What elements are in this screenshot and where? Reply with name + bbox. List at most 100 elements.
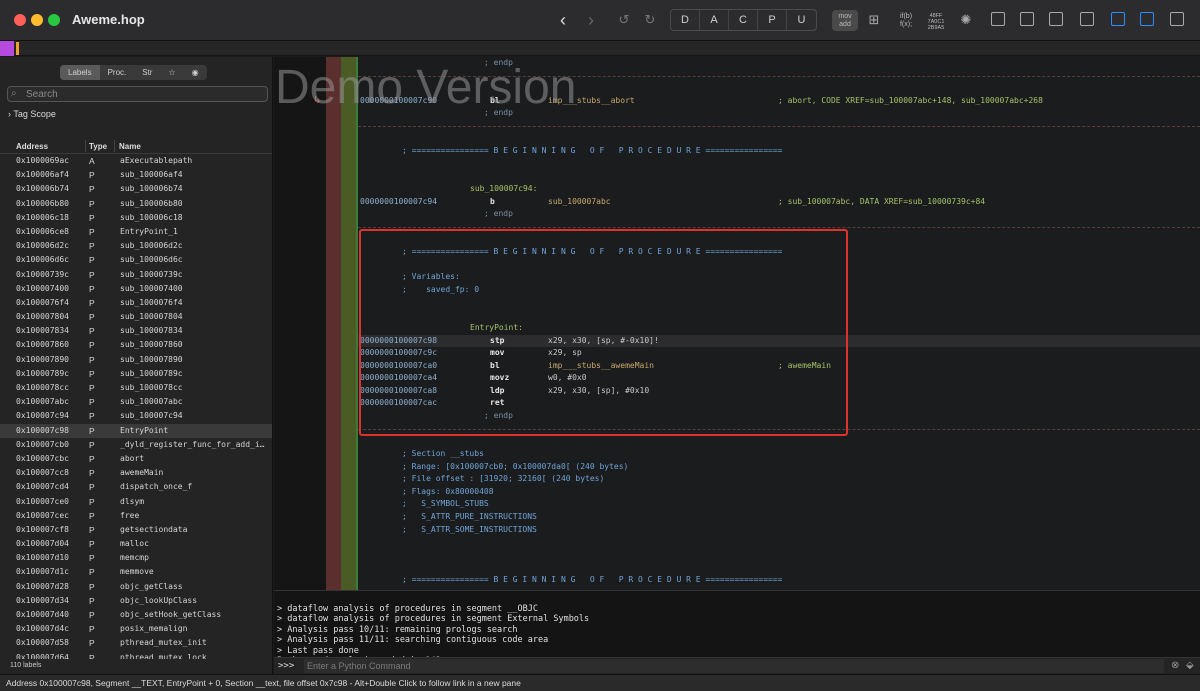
- label-type: P: [89, 624, 95, 635]
- table-row[interactable]: 0x100007cd4 Pdispatch_once_f: [0, 480, 272, 494]
- table-row[interactable]: 0x100007d4c Pposix_memalign: [0, 622, 272, 636]
- procedure-separator: [358, 126, 1200, 127]
- python-command-input[interactable]: [304, 659, 1164, 673]
- minimize-window-button[interactable]: [31, 14, 43, 26]
- label-address: 0x100007d28: [16, 581, 69, 591]
- cpu-icon[interactable]: ✺: [958, 10, 974, 30]
- table-row[interactable]: 0x100007d34 Pobjc_lookUpClass: [0, 594, 272, 608]
- split-bottom-icon[interactable]: [1020, 12, 1034, 26]
- table-row[interactable]: 0x100007d04 Pmalloc: [0, 537, 272, 551]
- redo-icon[interactable]: ↻: [643, 10, 657, 30]
- table-row[interactable]: 0x100007d40 Pobjc_setHook_getClass: [0, 608, 272, 622]
- search-icon: ⌕: [11, 88, 17, 99]
- instruction-address[interactable]: 0000000100007c94: [360, 197, 437, 206]
- table-row[interactable]: 0x1000076f4 Psub_1000076f4: [0, 296, 272, 310]
- instruction-operand[interactable]: imp___stubs__abort: [548, 96, 635, 105]
- inspector-icon[interactable]: [1049, 12, 1063, 26]
- tab-tags[interactable]: ◉: [184, 65, 207, 80]
- position-indicator-icon[interactable]: [16, 42, 19, 55]
- instruction-mnemonic[interactable]: b: [490, 197, 495, 206]
- back-button[interactable]: ‹: [556, 10, 570, 30]
- undo-icon[interactable]: ↺: [617, 10, 631, 30]
- table-row[interactable]: 0x100007ce0 Pdlsym: [0, 495, 272, 509]
- assembly-view-button[interactable]: mov add: [832, 10, 858, 31]
- hex-view-button[interactable]: 48FF 7A0C1 2B9A5: [923, 10, 949, 31]
- tab-bookmarks[interactable]: ☆: [160, 65, 183, 80]
- table-row[interactable]: 0x100007cf8 Pgetsectiondata: [0, 523, 272, 537]
- table-row[interactable]: 0x100007cbc Pabort: [0, 452, 272, 466]
- table-row[interactable]: 0x100007cec Pfree: [0, 509, 272, 523]
- table-row[interactable]: 0x100007cc8 PawemeMain: [0, 466, 272, 480]
- table-row[interactable]: 0x100007d1c Pmemmove: [0, 565, 272, 579]
- table-row[interactable]: 0x100006b74 Psub_100006b74: [0, 182, 272, 196]
- table-row[interactable]: 0x100007d28 Pobjc_getClass: [0, 580, 272, 594]
- table-row[interactable]: 0x100006c18 Psub_100006c18: [0, 211, 272, 225]
- clear-icon[interactable]: ⊗: [1171, 660, 1179, 671]
- labels-table: 0x1000069ac AaExecutablepath 0x100006af4 Ps…: [0, 154, 272, 659]
- label-address: 0x100006b80: [16, 198, 69, 208]
- label-type: P: [89, 567, 95, 578]
- cfg-view-icon[interactable]: ⊞: [866, 10, 882, 30]
- mode-ascii-button[interactable]: A: [700, 10, 729, 30]
- table-row[interactable]: 0x100007c98 P EntryPoint: [0, 423, 272, 438]
- toggle-left-pane-icon[interactable]: [1111, 12, 1125, 26]
- procedure-label[interactable]: sub_100007c94:: [470, 184, 537, 193]
- pseudo-code-button[interactable]: if(b) f(x);: [893, 10, 919, 31]
- search-input[interactable]: [26, 87, 261, 101]
- table-row[interactable]: 0x100007d58 Ppthread_mutex_init: [0, 636, 272, 650]
- instruction-mnemonic[interactable]: bl: [490, 96, 500, 105]
- tab-strings[interactable]: Str: [134, 65, 160, 80]
- label-address: 0x1000069ac: [16, 156, 69, 165]
- table-row[interactable]: 0x100006ce8 P EntryPoint_1: [0, 225, 272, 239]
- table-row[interactable]: 0x100007860 Psub_100007860: [0, 338, 272, 352]
- label-type: P: [89, 610, 95, 620]
- label-address: 0x100007cec: [16, 510, 69, 520]
- python-logo-icon[interactable]: ⬙: [1186, 660, 1194, 671]
- table-row[interactable]: 0x100006af4 Psub_100006af4: [0, 168, 272, 182]
- navigation-bar[interactable]: [0, 41, 1200, 56]
- table-row[interactable]: 0x100006d6c Psub_100006d6c: [0, 253, 272, 267]
- label-type: P: [89, 184, 95, 195]
- table-row[interactable]: 0x10000789c Psub_10000789c: [0, 367, 272, 381]
- mode-data-button[interactable]: D: [671, 10, 700, 30]
- table-row[interactable]: 0x100007cb0 P _dyld_register_func_for_add_…: [0, 438, 272, 452]
- table-row[interactable]: 0x100007834 Psub_100007834: [0, 324, 272, 338]
- split-left-icon[interactable]: [991, 12, 1005, 26]
- tab-procedures[interactable]: Proc.: [100, 65, 135, 80]
- table-row[interactable]: 0x100007c94 Psub_100007c94: [0, 409, 272, 423]
- tag-scope-toggle[interactable]: › Tag Scope: [8, 109, 56, 119]
- table-row[interactable]: 0x1000078cc Psub_1000078cc: [0, 381, 272, 395]
- mode-undefined-button[interactable]: U: [787, 10, 816, 30]
- forward-button[interactable]: ›: [584, 10, 598, 30]
- label-name: pthread_mutex_init: [120, 638, 207, 648]
- table-row[interactable]: 0x100006b80 Psub_100006b80: [0, 197, 272, 211]
- table-row[interactable]: 0x100007d64 Ppthread_mutex_lock: [0, 651, 272, 659]
- instruction-operand[interactable]: sub_100007abc: [548, 197, 611, 206]
- label-address: 0x1000076f4: [16, 297, 69, 307]
- list-icon[interactable]: [1080, 12, 1094, 26]
- label-name: sub_100006b80: [120, 198, 183, 208]
- toggle-bottom-pane-icon[interactable]: [1140, 12, 1154, 26]
- zoom-window-button[interactable]: [48, 14, 60, 26]
- label-address: 0x10000789c: [16, 368, 69, 378]
- close-window-button[interactable]: [14, 14, 26, 26]
- table-row[interactable]: 0x100007abc Psub_100007abc: [0, 395, 272, 409]
- section-comment: ; Flags: 0x80000408: [402, 486, 494, 496]
- table-row[interactable]: 0x100007d10 Pmemcmp: [0, 551, 272, 565]
- table-row[interactable]: 0x100007804 Psub_100007804: [0, 310, 272, 324]
- mode-procedure-button[interactable]: P: [758, 10, 787, 30]
- column-type[interactable]: Type: [89, 142, 107, 151]
- table-row[interactable]: 0x100007400 Psub_100007400: [0, 282, 272, 296]
- table-row[interactable]: 0x10000739c Psub_10000739c: [0, 268, 272, 282]
- table-row[interactable]: 0x100006d2c Psub_100006d2c: [0, 239, 272, 253]
- label-name: sub_100006c18: [120, 212, 183, 222]
- section-comment: ; S_SYMBOL_STUBS: [402, 499, 489, 509]
- column-name[interactable]: Name: [119, 142, 141, 151]
- toggle-right-pane-icon[interactable]: [1170, 12, 1184, 26]
- instruction-address[interactable]: 0000000100007c90: [360, 96, 437, 105]
- column-address[interactable]: Address: [16, 142, 48, 151]
- table-row[interactable]: 0x1000069ac AaExecutablepath: [0, 154, 272, 168]
- tab-labels[interactable]: Labels: [60, 65, 100, 80]
- mode-code-button[interactable]: C: [729, 10, 758, 30]
- table-row[interactable]: 0x100007890 Psub_100007890: [0, 353, 272, 367]
